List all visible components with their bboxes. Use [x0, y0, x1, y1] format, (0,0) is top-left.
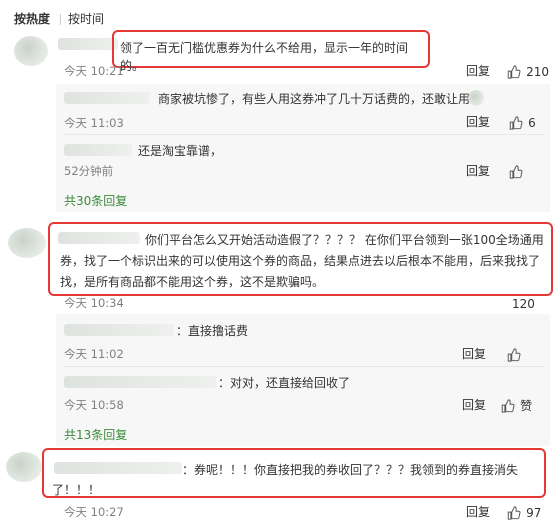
reply-text: 还是淘宝靠谱， [138, 144, 223, 158]
like-button[interactable] [506, 344, 521, 363]
reply-button[interactable]: 回复 [466, 162, 490, 179]
thumb-up-icon [507, 64, 521, 79]
comment-text: 领了一百无门槛优惠券为什么不给用，显示一年的时间的。 [120, 41, 409, 73]
thumb-up-icon [509, 115, 523, 130]
reply-button[interactable]: 回复 [466, 113, 490, 130]
tab-by-hot[interactable]: 按热度 [14, 10, 50, 28]
like-button[interactable]: 97 [506, 502, 541, 521]
like-count: 210 [526, 65, 549, 79]
reply-button[interactable]: 回复 [466, 62, 490, 79]
reply-text: ：直接撸话费 [176, 324, 249, 338]
avatar[interactable] [14, 36, 48, 66]
emoji-icon [468, 90, 484, 106]
comment-time: 今天 10:34 [64, 296, 124, 310]
reply-time: 今天 11:02 [64, 347, 124, 361]
comment-text: ：券呢！！！你直接把我的券收回了？？？我领到的券直接消失了！！！ [52, 463, 519, 497]
avatar[interactable] [8, 228, 46, 258]
comment-time: 今天 10:27 [64, 505, 124, 519]
tab-divider [60, 14, 61, 25]
divider [64, 134, 544, 135]
more-replies-link[interactable]: 共13条回复 [64, 426, 127, 443]
reply-button[interactable]: 回复 [466, 503, 490, 520]
reply-button[interactable]: 回复 [462, 396, 486, 413]
divider [64, 366, 544, 367]
reply-username[interactable] [64, 92, 150, 104]
reply-username[interactable] [64, 376, 216, 388]
comment-time: 今天 10:21 [64, 64, 124, 78]
more-replies-link[interactable]: 共30条回复 [64, 192, 127, 209]
reply-time: 今天 10:58 [64, 398, 124, 412]
reply-time: 52分钟前 [64, 164, 114, 178]
thumb-up-icon [509, 164, 523, 179]
tab-by-time[interactable]: 按时间 [68, 10, 104, 28]
like-button[interactable]: 6 [508, 112, 536, 131]
username[interactable] [58, 38, 118, 50]
like-button[interactable]: 120 [512, 293, 535, 312]
reply-text: ：对对，还直接给回收了 [218, 376, 351, 390]
reply-time: 今天 11:03 [64, 116, 124, 130]
like-button[interactable] [508, 161, 523, 180]
like-label: 赞 [520, 399, 533, 413]
thumb-up-icon [507, 347, 521, 362]
like-count: 6 [528, 116, 536, 130]
like-count: 97 [526, 506, 542, 520]
thumb-up-icon [501, 398, 515, 413]
avatar[interactable] [6, 452, 42, 482]
like-count: 120 [512, 297, 535, 311]
reply-username[interactable] [64, 144, 132, 156]
reply-username[interactable] [64, 324, 174, 336]
thumb-up-icon [507, 505, 521, 520]
like-button[interactable]: 210 [506, 61, 549, 80]
like-button[interactable]: 赞 [500, 395, 532, 414]
comment-text: 你们平台怎么又开始活动造假了？？？？ 在你们平台领到一张100全场通用券，找了一… [60, 233, 544, 289]
reply-text: 商家被坑惨了，有些人用这券冲了几十万话费的，还敢让用吗 [158, 92, 483, 106]
reply-button[interactable]: 回复 [462, 345, 486, 362]
